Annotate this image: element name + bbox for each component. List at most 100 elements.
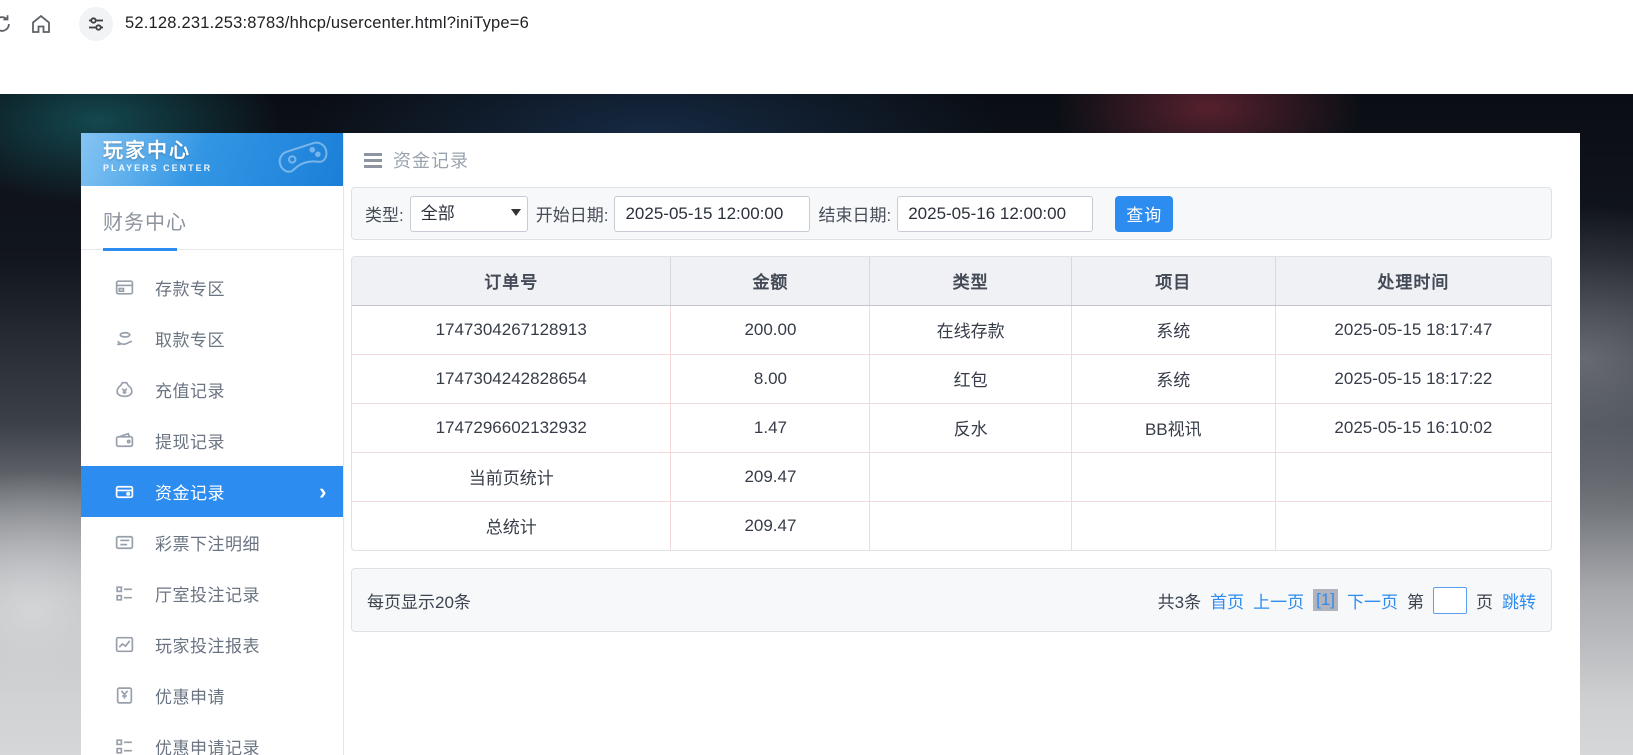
finance-center-label: 财务中心: [103, 212, 187, 234]
pagination-bar: 每页显示20条 共3条 首页 上一页 [1] 下一页 第 页 跳转: [351, 568, 1552, 632]
chart-icon: [113, 634, 135, 656]
breadcrumb: 资金记录: [393, 151, 469, 171]
sidebar-item-label: 玩家投注报表: [155, 637, 260, 656]
sidebar-item-label: 厅室投注记录: [155, 586, 260, 605]
table-row: 总统计 209.47: [352, 501, 1551, 550]
sidebar-header: 玩家中心 PLAYERS CENTER: [81, 133, 343, 186]
main-content: 资金记录 类型: 全部 开始日期: 结束日期: 查询 订单号金额类型项目处理时间: [344, 133, 1580, 755]
refresh-icon[interactable]: [0, 10, 13, 38]
money-bag-icon: [113, 379, 135, 401]
list-icon: [113, 532, 135, 554]
table-cell: 1747304242828654: [352, 354, 672, 404]
sidebar-menu: 存款专区 取款专区 充值记录 提现记录 资金记录 › 彩票下注明细 厅室投注记录 …: [81, 250, 343, 755]
table-cell: 200.00: [670, 305, 871, 355]
hand-money-icon: [113, 328, 135, 350]
table-cell: [1275, 501, 1551, 550]
records-table: 订单号 金额 类型 项目 处理时间 1747304267128913 200.00 在线存款…: [352, 257, 1551, 550]
sidebar-item-label: 取款专区: [155, 331, 225, 350]
hamburger-menu-icon[interactable]: [364, 152, 382, 168]
list-check-icon: [113, 583, 135, 605]
sidebar-item-label: 优惠申请记录: [155, 739, 260, 755]
table-cell: 红包: [869, 354, 1072, 404]
table-cell: [1071, 452, 1276, 502]
total-count: 共3条: [1157, 592, 1202, 612]
sidebar-item-5[interactable]: 彩票下注明细: [81, 517, 343, 568]
jump-page-input[interactable]: [1433, 586, 1467, 614]
column-header: 金额: [670, 257, 871, 306]
table-cell: 209.47: [670, 452, 871, 502]
sidebar-item-4[interactable]: 资金记录 ›: [81, 466, 343, 517]
table-cell: 8.00: [670, 354, 871, 404]
sidebar-item-9[interactable]: 优惠申请记录: [81, 721, 343, 755]
table-cell: [1071, 501, 1276, 550]
address-bar[interactable]: 52.128.231.253:8783/hhcp/usercenter.html…: [125, 14, 529, 33]
sidebar-item-label: 充值记录: [155, 382, 225, 401]
table-cell: 总统计: [352, 501, 672, 550]
sidebar-item-label: 提现记录: [155, 433, 225, 452]
sidebar-section-finance: 财务中心: [81, 186, 343, 251]
jump-go-link[interactable]: 跳转: [1502, 588, 1536, 613]
table-cell: 当前页统计: [352, 452, 672, 502]
list-check-icon: [113, 736, 135, 755]
per-page-label: 每页显示20条: [367, 592, 471, 612]
table-row: 1747304242828654 8.00 红包 系统 2025-05-15 18:17…: [352, 354, 1551, 404]
coupon-icon: [113, 685, 135, 707]
section-underline: [103, 248, 177, 251]
table-cell: 2025-05-15 18:17:47: [1275, 305, 1551, 355]
table-cell: 系统: [1071, 354, 1276, 404]
prev-page-link[interactable]: 上一页: [1253, 588, 1304, 613]
table-cell: BB视讯: [1071, 403, 1276, 453]
column-header: 订单号: [352, 257, 672, 306]
page-background: 玩家中心 PLAYERS CENTER 财务中心 存款专区 取款专区 充值记录 …: [0, 94, 1633, 755]
table-cell: 2025-05-15 18:17:22: [1275, 354, 1551, 404]
sidebar-item-3[interactable]: 提现记录: [81, 415, 343, 466]
current-page-indicator: [1]: [1313, 589, 1338, 611]
jump-label-pre: 第: [1407, 592, 1424, 612]
table-cell: 1747296602132932: [352, 403, 672, 453]
table-cell: 1.47: [670, 403, 871, 453]
wallet-icon: [113, 430, 135, 452]
home-icon[interactable]: [29, 12, 53, 36]
records-table-container: 订单号 金额 类型 项目 处理时间 1747304267128913 200.00 在线存款…: [351, 256, 1552, 551]
table-row: 1747296602132932 1.47 反水 BB视讯 2025-05-15 16:…: [352, 403, 1551, 453]
first-page-link[interactable]: 首页: [1210, 588, 1244, 613]
query-button[interactable]: 查询: [1115, 195, 1174, 232]
sidebar-item-label: 优惠申请: [155, 688, 225, 707]
sidebar-item-label: 存款专区: [155, 280, 225, 299]
column-header: 项目: [1071, 257, 1276, 306]
type-label: 类型:: [365, 206, 404, 225]
sidebar-item-0[interactable]: 存款专区: [81, 262, 343, 313]
type-select[interactable]: 全部: [409, 195, 528, 232]
end-date-input[interactable]: [897, 195, 1094, 232]
sidebar-item-7[interactable]: 玩家投注报表: [81, 619, 343, 670]
sidebar-item-label: 资金记录: [155, 484, 225, 503]
table-row: 1747304267128913 200.00 在线存款 系统 2025-05-15 1…: [352, 305, 1551, 355]
table-header-row: 订单号 金额 类型 项目 处理时间: [352, 257, 1551, 306]
sidebar-item-label: 彩票下注明细: [155, 535, 260, 554]
next-page-link[interactable]: 下一页: [1347, 588, 1398, 613]
jump-label-post: 页: [1476, 592, 1493, 612]
start-date-label: 开始日期:: [535, 206, 609, 225]
sidebar-item-1[interactable]: 取款专区: [81, 313, 343, 364]
end-date-label: 结束日期:: [818, 206, 892, 225]
table-cell: 1747304267128913: [352, 305, 672, 355]
table-cell: [869, 501, 1072, 550]
sidebar: 玩家中心 PLAYERS CENTER 财务中心 存款专区 取款专区 充值记录 …: [81, 133, 344, 755]
page-top-gap: [0, 47, 1633, 94]
table-cell: 209.47: [670, 501, 871, 550]
sidebar-item-6[interactable]: 厅室投注记录: [81, 568, 343, 619]
column-header: 类型: [869, 257, 1072, 306]
table-cell: 在线存款: [869, 305, 1072, 355]
card-machine-icon: [113, 277, 135, 299]
sidebar-item-2[interactable]: 充值记录: [81, 364, 343, 415]
table-cell: 2025-05-15 16:10:02: [1275, 403, 1551, 453]
start-date-input[interactable]: [614, 195, 811, 232]
table-cell: [869, 452, 1072, 502]
site-settings-button[interactable]: [79, 6, 113, 41]
table-row: 当前页统计 209.47: [352, 452, 1551, 502]
filter-bar: 类型: 全部 开始日期: 结束日期: 查询: [351, 187, 1552, 240]
table-cell: 反水: [869, 403, 1072, 453]
sidebar-item-8[interactable]: 优惠申请: [81, 670, 343, 721]
tune-icon: [89, 16, 103, 31]
browser-toolbar: 52.128.231.253:8783/hhcp/usercenter.html…: [0, 0, 1633, 47]
